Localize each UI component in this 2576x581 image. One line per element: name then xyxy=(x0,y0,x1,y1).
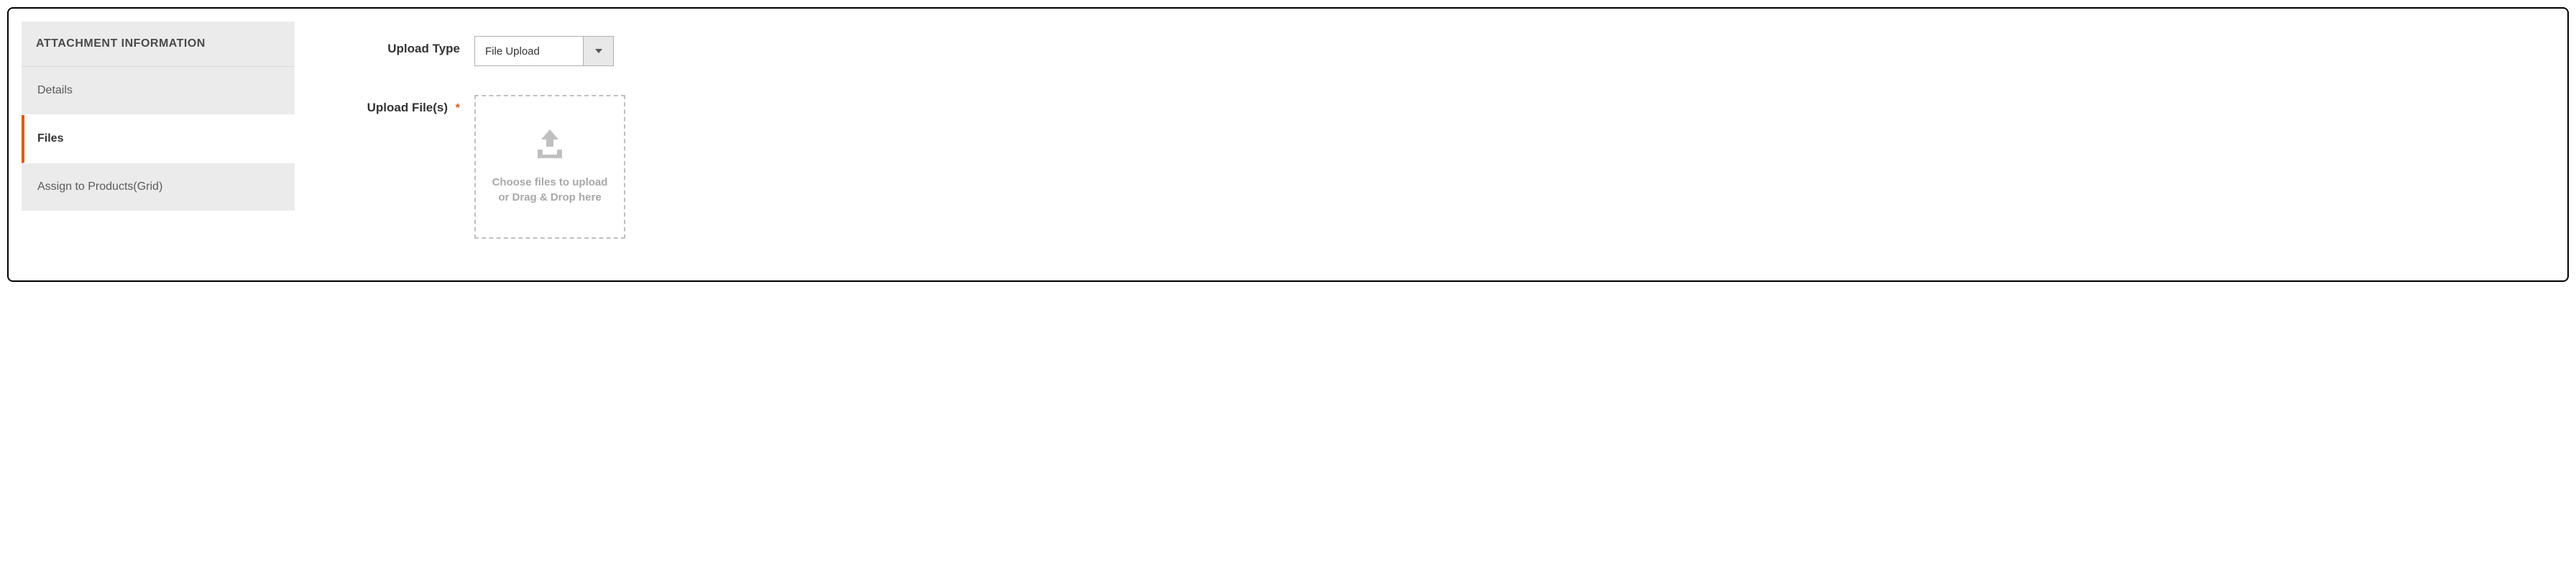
upload-type-value: File Upload xyxy=(475,37,583,65)
main-content: Upload Type File Upload Upload File(s) * xyxy=(316,22,2554,267)
upload-type-select[interactable]: File Upload xyxy=(474,36,614,66)
sidebar-item-label: Details xyxy=(37,84,73,96)
upload-files-label: Upload File(s) * xyxy=(316,95,474,115)
file-dropzone[interactable]: Choose files to upload or Drag & Drop he… xyxy=(474,95,625,239)
upload-files-row: Upload File(s) * Choose files to upload … xyxy=(316,95,2554,239)
sidebar-header-text: ATTACHMENT INFORMATION xyxy=(36,37,206,50)
sidebar-item-assign-products[interactable]: Assign to Products(Grid) xyxy=(22,163,295,211)
sidebar: ATTACHMENT INFORMATION Details Files Ass… xyxy=(22,22,295,267)
upload-type-label: Upload Type xyxy=(316,36,474,56)
sidebar-item-label: Files xyxy=(37,132,63,145)
sidebar-item-files[interactable]: Files xyxy=(22,115,295,163)
sidebar-header: ATTACHMENT INFORMATION xyxy=(22,22,295,67)
attachment-panel: ATTACHMENT INFORMATION Details Files Ass… xyxy=(7,7,2569,282)
dropzone-text: Choose files to upload or Drag & Drop he… xyxy=(490,175,610,205)
sidebar-item-label: Assign to Products(Grid) xyxy=(37,180,162,193)
sidebar-item-details[interactable]: Details xyxy=(22,67,295,115)
required-asterisk: * xyxy=(456,102,460,114)
upload-icon xyxy=(532,129,568,162)
upload-type-row: Upload Type File Upload xyxy=(316,36,2554,66)
chevron-down-icon xyxy=(583,37,613,65)
